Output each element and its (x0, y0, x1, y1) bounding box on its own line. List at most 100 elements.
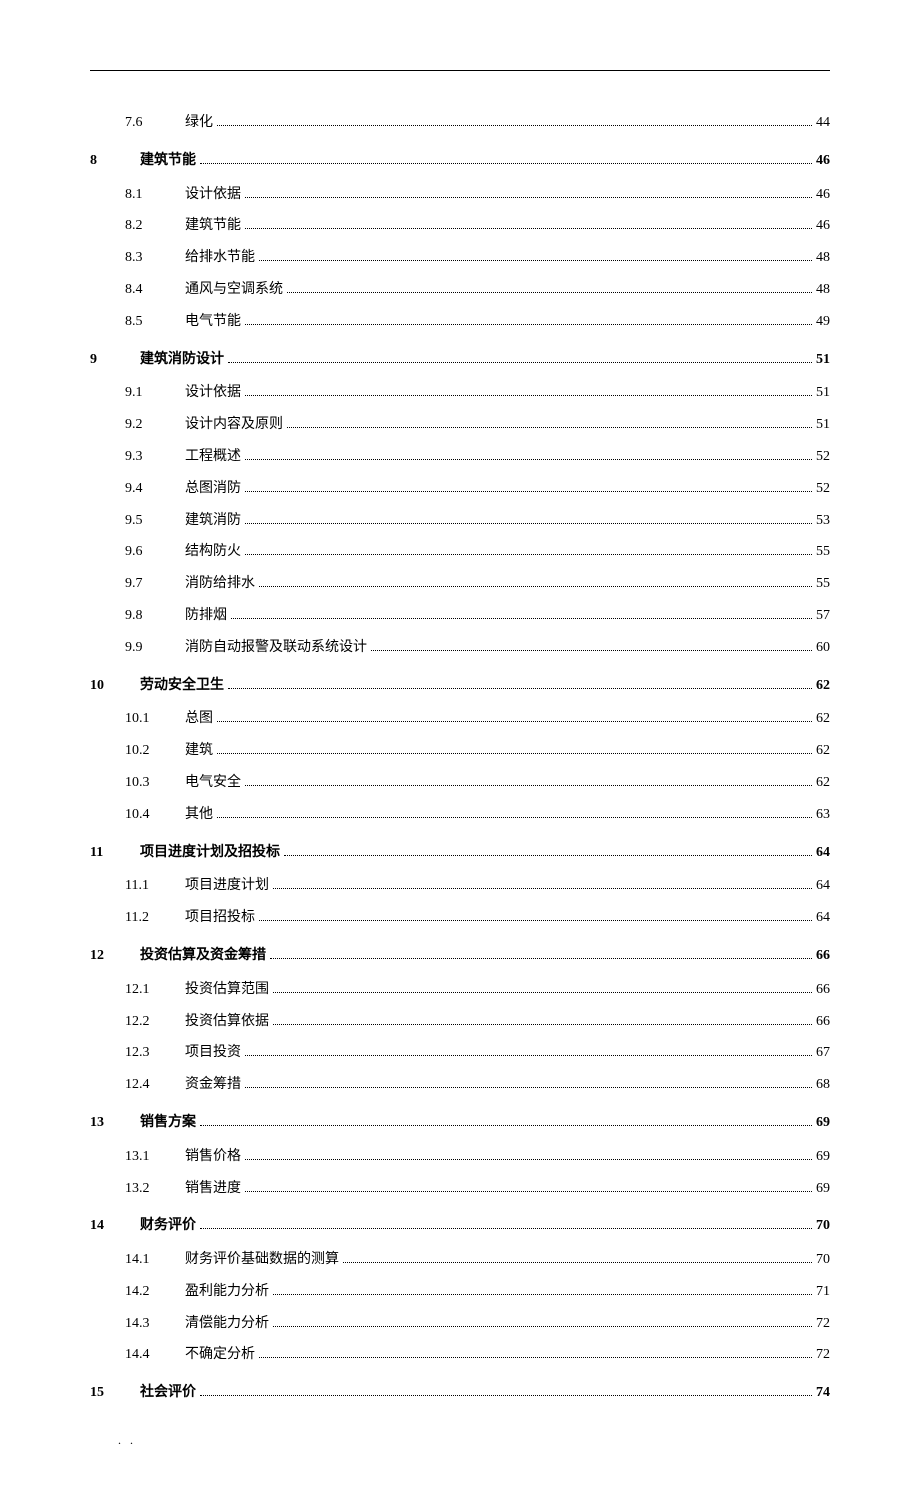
toc-page-number: 69 (816, 1111, 830, 1135)
toc-number: 9.2 (125, 413, 185, 437)
toc-page-number: 52 (816, 445, 830, 469)
toc-leader-dots (200, 1125, 812, 1126)
toc-number: 9.9 (125, 636, 185, 660)
toc-number: 12.4 (125, 1073, 185, 1097)
toc-page-number: 48 (816, 278, 830, 302)
toc-title: 劳动安全卫生 (140, 674, 224, 698)
toc-number: 12.1 (125, 978, 185, 1002)
toc-leader-dots (245, 491, 812, 492)
toc-number: 10.2 (125, 739, 185, 763)
toc-leader-dots (245, 523, 812, 524)
toc-page-number: 57 (816, 604, 830, 628)
toc-entry: 8.5电气节能49 (90, 310, 830, 334)
toc-entry: 11.1项目进度计划64 (90, 874, 830, 898)
toc-entry: 9.8防排烟 57 (90, 604, 830, 628)
toc-page-number: 62 (816, 674, 830, 698)
toc-leader-dots (287, 427, 812, 428)
toc-number: 10 (90, 674, 140, 698)
toc-page-number: 46 (816, 214, 830, 238)
toc-title: 总图 (185, 707, 213, 731)
toc-title: 其他 (185, 803, 213, 827)
toc-entry: 12.2投资估算依据66 (90, 1010, 830, 1034)
toc-page-number: 62 (816, 771, 830, 795)
toc-title: 盈利能力分析 (185, 1280, 269, 1304)
toc-page-number: 55 (816, 540, 830, 564)
toc-leader-dots (245, 324, 812, 325)
toc-entry: 9.9消防自动报警及联动系统设计60 (90, 636, 830, 660)
toc-title: 项目投资 (185, 1041, 241, 1065)
toc-page-number: 53 (816, 509, 830, 533)
toc-entry: 14.3清偿能力分析72 (90, 1312, 830, 1336)
toc-title: 销售价格 (185, 1145, 241, 1169)
toc-entry: 10劳动安全卫生 62 (90, 674, 830, 698)
toc-page-number: 74 (816, 1381, 830, 1405)
toc-title: 投资估算及资金筹措 (140, 944, 266, 968)
toc-title: 绿化 (185, 111, 213, 135)
toc-title: 项目进度计划及招投标 (140, 841, 280, 865)
toc-leader-dots (273, 888, 812, 889)
toc-number: 8.1 (125, 183, 185, 207)
toc-number: 15 (90, 1381, 140, 1405)
toc-entry: 9.2设计内容及原则 51 (90, 413, 830, 437)
toc-number: 9.8 (125, 604, 185, 628)
toc-page-number: 52 (816, 477, 830, 501)
toc-leader-dots (228, 362, 812, 363)
toc-page-number: 66 (816, 978, 830, 1002)
toc-page-number: 44 (816, 111, 830, 135)
toc-leader-dots (245, 395, 812, 396)
toc-page-number: 51 (816, 381, 830, 405)
toc-title: 设计依据 (185, 381, 241, 405)
toc-page-number: 46 (816, 149, 830, 173)
toc-page-number: 51 (816, 413, 830, 437)
toc-page-number: 63 (816, 803, 830, 827)
toc-leader-dots (245, 197, 812, 198)
toc-leader-dots (245, 554, 812, 555)
toc-number: 9.7 (125, 572, 185, 596)
toc-entry: 12.4资金筹措68 (90, 1073, 830, 1097)
toc-entry: 9.5建筑消防53 (90, 509, 830, 533)
toc-number: 9.6 (125, 540, 185, 564)
toc-entry: 10.2建筑 62 (90, 739, 830, 763)
toc-title: 设计内容及原则 (185, 413, 283, 437)
toc-leader-dots (287, 292, 812, 293)
toc-page-number: 69 (816, 1145, 830, 1169)
toc-page-number: 49 (816, 310, 830, 334)
toc-title: 通风与空调系统 (185, 278, 283, 302)
toc-title: 建筑节能 (140, 149, 196, 173)
toc-entry: 10.1总图62 (90, 707, 830, 731)
toc-leader-dots (284, 855, 812, 856)
toc-number: 7.6 (125, 111, 185, 135)
toc-title: 总图消防 (185, 477, 241, 501)
toc-number: 13 (90, 1111, 140, 1135)
toc-entry: 15社会评价 74 (90, 1381, 830, 1405)
toc-entry: 12.1投资估算范围66 (90, 978, 830, 1002)
toc-number: 12 (90, 944, 140, 968)
toc-page-number: 62 (816, 739, 830, 763)
toc-leader-dots (217, 753, 812, 754)
toc-page-number: 72 (816, 1312, 830, 1336)
toc-leader-dots (273, 1326, 812, 1327)
toc-number: 9 (90, 348, 140, 372)
toc-number: 11 (90, 841, 140, 865)
toc-number: 10.1 (125, 707, 185, 731)
toc-title: 项目进度计划 (185, 874, 269, 898)
toc-title: 防排烟 (185, 604, 227, 628)
toc-number: 8.3 (125, 246, 185, 270)
toc-number: 9.3 (125, 445, 185, 469)
toc-entry: 8.3给排水节能48 (90, 246, 830, 270)
toc-title: 财务评价 (140, 1214, 196, 1238)
toc-page-number: 60 (816, 636, 830, 660)
toc-title: 电气节能 (185, 310, 241, 334)
toc-entry: 13.1销售价格69 (90, 1145, 830, 1169)
toc-title: 建筑消防设计 (140, 348, 224, 372)
toc-number: 14.1 (125, 1248, 185, 1272)
toc-leader-dots (273, 992, 812, 993)
toc-page-number: 67 (816, 1041, 830, 1065)
toc-entry: 8.2建筑节能46 (90, 214, 830, 238)
toc-title: 建筑 (185, 739, 213, 763)
toc-title: 设计依据 (185, 183, 241, 207)
toc-title: 社会评价 (140, 1381, 196, 1405)
toc-page-number: 69 (816, 1177, 830, 1201)
toc-leader-dots (200, 1395, 812, 1396)
toc-title: 建筑节能 (185, 214, 241, 238)
